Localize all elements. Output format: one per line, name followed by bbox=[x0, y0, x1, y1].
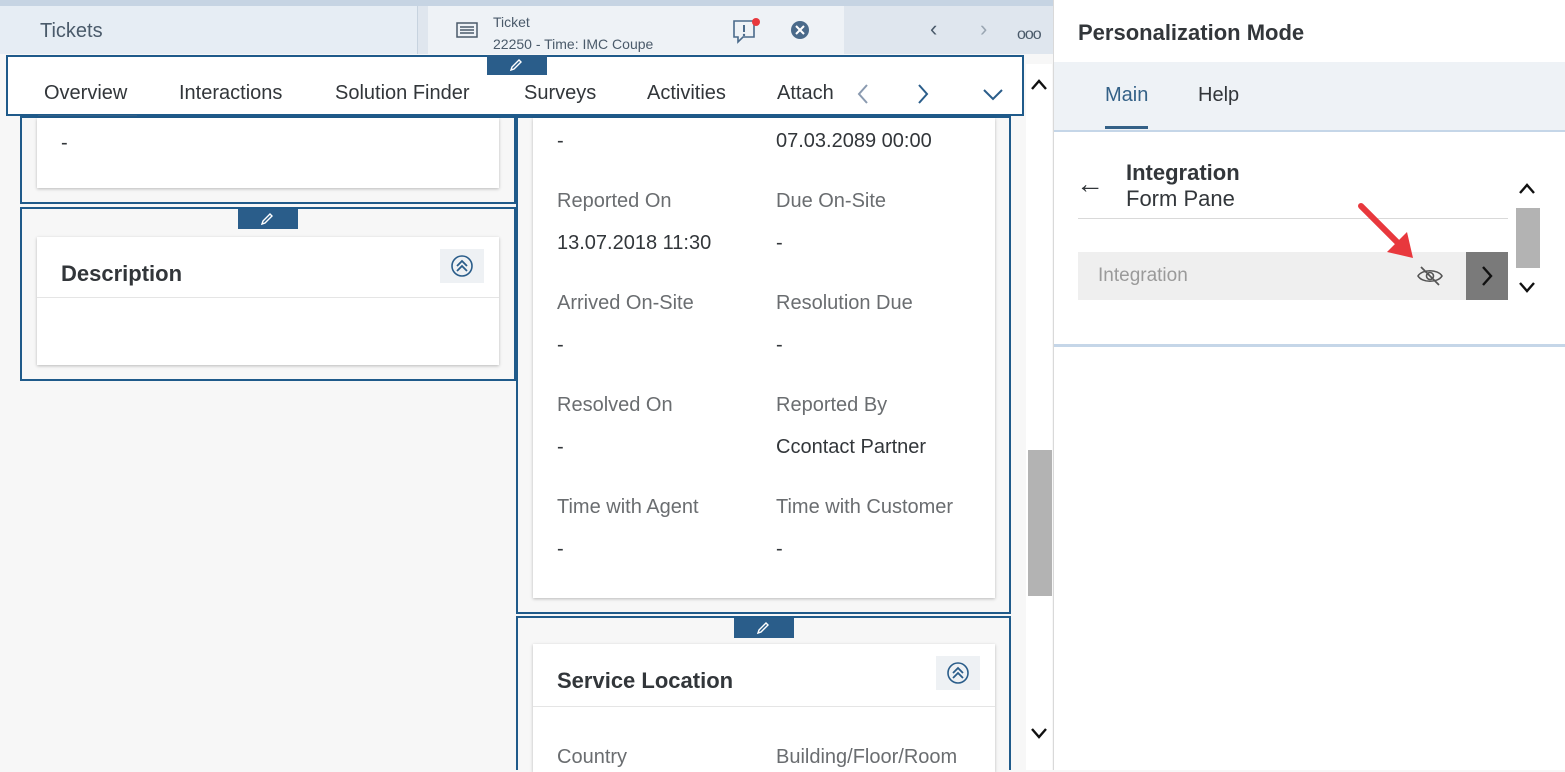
scrollbar-thumb[interactable] bbox=[1028, 450, 1052, 596]
tab-solution-finder[interactable]: Solution Finder bbox=[335, 82, 470, 105]
panel-tabs: Main Help bbox=[1054, 62, 1565, 132]
field-label-time-with-agent: Time with Agent bbox=[557, 496, 699, 518]
section-subtitle: Form Pane bbox=[1126, 186, 1235, 211]
description-section: Description bbox=[20, 207, 516, 381]
chevron-right-icon bbox=[1482, 266, 1493, 286]
chevron-down-icon[interactable] bbox=[982, 87, 1004, 101]
field-value-due-on-site: - bbox=[776, 232, 783, 254]
tab-interactions[interactable]: Interactions bbox=[179, 82, 282, 105]
edit-section-button[interactable] bbox=[487, 55, 547, 75]
integration-item-label: Integration bbox=[1098, 265, 1188, 286]
left-top-section: - bbox=[20, 116, 516, 204]
pencil-icon bbox=[756, 622, 769, 635]
field-value-reported-on: 13.07.2018 11:30 bbox=[557, 232, 712, 254]
tab-overview[interactable]: Overview bbox=[37, 82, 138, 118]
more-icon[interactable]: ooo bbox=[1017, 26, 1042, 44]
panel-scrollbar[interactable] bbox=[1514, 178, 1540, 298]
pencil-icon bbox=[509, 59, 522, 72]
alert-icon[interactable] bbox=[731, 17, 761, 47]
chevron-left-icon[interactable]: ‹ bbox=[930, 16, 937, 42]
chevron-up-icon[interactable] bbox=[1030, 78, 1048, 92]
field-label-arrived-on-site: Arrived On-Site bbox=[557, 292, 694, 314]
description-title: Description bbox=[61, 261, 183, 286]
field-label-reported-on: Reported On bbox=[557, 190, 672, 212]
edit-section-button[interactable] bbox=[734, 618, 794, 638]
tab-main[interactable]: Main bbox=[1105, 84, 1149, 129]
double-chevron-up-icon bbox=[451, 255, 473, 277]
dates-card: - 07.03.2089 00:00 Reported On 13.07.201… bbox=[533, 118, 995, 598]
tab-activities[interactable]: Activities bbox=[647, 82, 726, 105]
section-title: Integration bbox=[1126, 160, 1240, 185]
field-value: - bbox=[557, 130, 564, 152]
field-value-reported-by[interactable]: Ccontact Partner bbox=[776, 436, 926, 459]
left-top-card: - bbox=[37, 118, 499, 188]
field-label-building-floor-room: Building/Floor/Room bbox=[776, 746, 958, 768]
chevron-up-icon[interactable] bbox=[1518, 182, 1536, 196]
service-location-section: Service Location Country Building/Floor/… bbox=[516, 616, 1011, 772]
service-location-title: Service Location bbox=[557, 668, 734, 693]
chevron-right-icon[interactable]: › bbox=[980, 16, 987, 42]
annotation-arrow-icon bbox=[1358, 203, 1413, 258]
dates-section: - 07.03.2089 00:00 Reported On 13.07.201… bbox=[516, 116, 1011, 614]
field-label-resolution-due: Resolution Due bbox=[776, 292, 913, 314]
ticket-tab-subtitle: 22250 - Time: IMC Coupe bbox=[493, 36, 654, 52]
tab-attachments[interactable]: Attach bbox=[777, 82, 835, 105]
field-value-time-with-agent: - bbox=[557, 538, 564, 560]
field-label-due-on-site: Due On-Site bbox=[776, 190, 887, 212]
back-arrow-icon[interactable]: ← bbox=[1076, 168, 1104, 200]
chevron-down-icon[interactable] bbox=[1518, 280, 1536, 294]
tab-tickets[interactable]: Tickets bbox=[0, 6, 418, 54]
panel-title: Personalization Mode bbox=[1078, 20, 1305, 45]
pencil-icon bbox=[260, 213, 273, 226]
field-value-resolution-due: - bbox=[776, 334, 783, 356]
chevron-left-icon[interactable] bbox=[856, 83, 870, 105]
field-label-country: Country bbox=[557, 746, 628, 768]
chevron-right-icon[interactable] bbox=[916, 83, 930, 105]
field-value: 07.03.2089 00:00 bbox=[776, 130, 932, 152]
tab-help[interactable]: Help bbox=[1198, 84, 1239, 107]
field-value-time-with-customer: - bbox=[776, 538, 783, 560]
personalization-panel: Personalization Mode Main Help ← Integra… bbox=[1053, 0, 1565, 770]
field-value: - bbox=[61, 132, 68, 154]
ticket-tab-title: Ticket bbox=[493, 14, 530, 30]
double-chevron-up-icon bbox=[947, 662, 969, 684]
tab-surveys[interactable]: Surveys bbox=[524, 82, 596, 105]
chevron-down-icon[interactable] bbox=[1030, 726, 1048, 740]
field-label-resolved-on: Resolved On bbox=[557, 394, 673, 416]
field-label-reported-by: Reported By bbox=[776, 394, 888, 416]
close-icon[interactable] bbox=[790, 20, 810, 40]
description-card: Description bbox=[37, 237, 499, 365]
field-value-arrived-on-site: - bbox=[557, 334, 564, 356]
list-icon bbox=[456, 22, 478, 38]
scrollbar-thumb[interactable] bbox=[1516, 208, 1540, 268]
tab-ticket-22250[interactable]: Ticket 22250 - Time: IMC Coupe bbox=[428, 6, 844, 54]
edit-section-button[interactable] bbox=[238, 209, 298, 229]
collapse-button[interactable] bbox=[936, 656, 980, 690]
main-scrollbar[interactable] bbox=[1026, 64, 1052, 770]
navigate-item-button[interactable] bbox=[1466, 252, 1508, 300]
service-location-card: Service Location Country Building/Floor/… bbox=[533, 644, 995, 772]
tab-tickets-label: Tickets bbox=[40, 20, 103, 42]
field-label-time-with-customer: Time with Customer bbox=[776, 496, 954, 518]
header-bar: Tickets Ticket 22250 - Time: IMC Coupe ‹… bbox=[0, 0, 1565, 54]
field-value-resolved-on: - bbox=[557, 436, 564, 458]
collapse-button[interactable] bbox=[440, 249, 484, 283]
